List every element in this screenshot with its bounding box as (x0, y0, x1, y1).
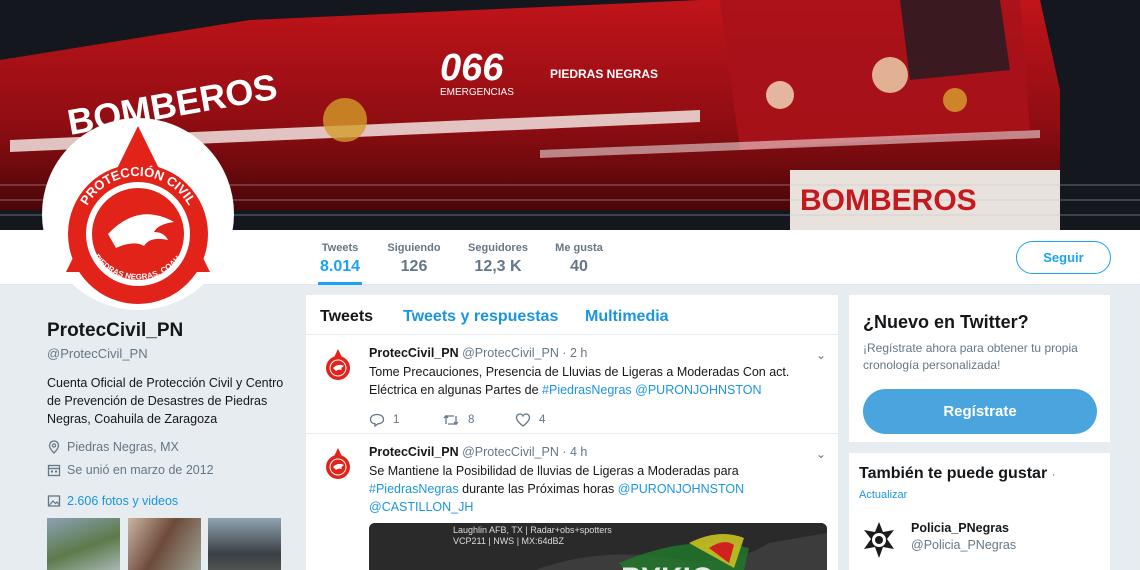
media-thumbnail[interactable] (47, 518, 120, 570)
tweet-actions: 1 8 4 (369, 413, 824, 427)
stat-value: 126 (400, 258, 428, 275)
mention-link[interactable]: @PURONJOHNSTON (618, 482, 744, 496)
retweet-icon (443, 414, 459, 426)
like-icon (515, 413, 531, 427)
radar-big-label: PYKIO (621, 562, 714, 570)
tweet-text: Tome Precauciones, Presencia de Lluvias … (369, 363, 824, 399)
tweet-timeline: Tweets Tweets y respuestas Multimedia Pr… (306, 295, 838, 570)
hashtag-link[interactable]: #PiedrasNegras (542, 383, 632, 397)
suggested-account-name[interactable]: Policia_PNegras (911, 521, 1016, 535)
tweet-text-part: durante las Próximas horas (458, 482, 618, 496)
stat-label: Seguidores (468, 242, 528, 254)
tab-tweets-and-replies[interactable]: Tweets y respuestas (403, 308, 558, 326)
stat-following[interactable]: Siguiendo 126 (386, 242, 442, 276)
suggestions-title: También te puede gustar (859, 465, 1048, 482)
stat-label: Me gusta (555, 242, 603, 254)
mention-link[interactable]: @CASTILLON_JH (369, 500, 473, 514)
radar-caption-line2: VCP211 | NWS | MX:64dBZ (453, 536, 565, 546)
stat-likes[interactable]: Me gusta 40 (553, 242, 605, 276)
suggested-account-handle: @Policia_PNegras (911, 538, 1017, 552)
reply-icon (369, 413, 385, 427)
retweet-count: 8 (468, 414, 475, 426)
joined-text: Se unió en marzo de 2012 (67, 463, 214, 477)
tweet-author-name[interactable]: ProtecCivil_PN (369, 346, 459, 360)
profile-name[interactable]: ProtecCivil_PN (47, 320, 287, 342)
tab-tweets[interactable]: Tweets (320, 308, 373, 326)
tweet-header: ProtecCivil_PN @ProtecCivil_PN · 2 h (369, 346, 824, 360)
tweet-time[interactable]: 2 h (570, 346, 587, 360)
caret-down-icon[interactable]: ⌄ (816, 348, 826, 362)
timeline-tabs: Tweets Tweets y respuestas Multimedia (306, 295, 838, 335)
signup-button[interactable]: Regístrate (863, 389, 1097, 434)
stat-value: 12,3 K (474, 258, 522, 275)
tweet-header: ProtecCivil_PN @ProtecCivil_PN · 4 h (369, 445, 824, 459)
suggested-account[interactable]: Policia_PNegras @Policia_PNegras (859, 520, 1016, 560)
suggestions-header: También te puede gustar · (859, 465, 1100, 483)
profile-info: ProtecCivil_PN @ProtecCivil_PN Cuenta Of… (47, 320, 287, 508)
tweet-text-part: Se Mantiene la Posibilidad de lluvias de… (369, 464, 739, 478)
location-icon (48, 440, 60, 454)
location-text: Piedras Negras, MX (67, 440, 179, 454)
media-count-link[interactable]: 2.606 fotos y videos (67, 494, 178, 508)
tweet-avatar-icon[interactable] (320, 445, 356, 481)
hashtag-link[interactable]: #PiedrasNegras (369, 482, 459, 496)
banner-bumper-text: BOMBEROS (800, 184, 977, 217)
signup-subtitle: ¡Regístrate ahora para obtener tu propia… (863, 341, 1078, 372)
reply-button[interactable]: 1 (369, 413, 442, 427)
profile-media-link[interactable]: 2.606 fotos y videos (47, 494, 287, 508)
tweet-author-name[interactable]: ProtecCivil_PN (369, 445, 459, 459)
tweet-separator: · (562, 346, 567, 360)
stat-followers[interactable]: Seguidores 12,3 K (467, 242, 529, 276)
tab-media[interactable]: Multimedia (585, 308, 669, 326)
like-count: 4 (539, 414, 546, 426)
stat-tweets[interactable]: Tweets 8.014 (318, 242, 362, 285)
suggestions-refresh-link[interactable]: Actualizar (859, 489, 1100, 501)
stat-value: 8.014 (319, 258, 361, 275)
profile-bio: Cuenta Oficial de Protección Civil y Cen… (47, 376, 284, 426)
like-button[interactable]: 4 (515, 413, 588, 427)
profile-joined: Se unió en marzo de 2012 (47, 463, 287, 477)
proteccion-civil-logo-icon: PROTECCIÓN CIVIL PIEDRAS NEGRAS, COAH. (66, 126, 210, 304)
profile-handle[interactable]: @ProtecCivil_PN (47, 346, 287, 361)
tweet-text: Se Mantiene la Posibilidad de lluvias de… (369, 462, 824, 516)
reply-count: 1 (393, 414, 400, 426)
tweet-item[interactable]: ProtecCivil_PN @ProtecCivil_PN · 2 h Tom… (306, 336, 838, 434)
signup-title: ¿Nuevo en Twitter? (863, 312, 1029, 332)
signup-card: ¿Nuevo en Twitter? ¡Regístrate ahora par… (849, 295, 1110, 442)
suggestions-separator: · (1051, 467, 1056, 481)
banner-truck-number: 066 (440, 47, 504, 89)
profile-avatar[interactable]: PROTECCIÓN CIVIL PIEDRAS NEGRAS, COAH. (42, 118, 234, 310)
profile-location: Piedras Negras, MX (47, 440, 287, 454)
stat-label: Tweets (321, 242, 359, 254)
caret-down-icon[interactable]: ⌄ (816, 447, 826, 461)
tweet-item[interactable]: ProtecCivil_PN @ProtecCivil_PN · 4 h Se … (306, 435, 838, 570)
follow-button[interactable]: Seguir (1016, 241, 1111, 274)
tweet-avatar-icon[interactable] (320, 346, 356, 382)
mention-link[interactable]: @PURONJOHNSTON (635, 383, 761, 397)
media-thumbnail[interactable] (208, 518, 281, 570)
retweet-button[interactable]: 8 (442, 413, 515, 427)
stat-value: 40 (570, 258, 588, 275)
calendar-icon (47, 464, 61, 477)
tweet-author-handle[interactable]: @ProtecCivil_PN (462, 445, 559, 459)
banner-truck-subtext: EMERGENCIAS (440, 87, 514, 98)
banner-truck-brand: PIEDRAS NEGRAS (550, 67, 658, 81)
police-badge-icon[interactable] (859, 520, 899, 560)
photo-icon (47, 495, 61, 507)
radar-caption-line1: Laughlin AFB, TX | Radar+obs+spotters (453, 525, 612, 535)
stat-label: Siguiendo (387, 242, 441, 254)
tweet-author-handle[interactable]: @ProtecCivil_PN (462, 346, 559, 360)
tweet-separator: · (562, 445, 567, 459)
suggestions-card: También te puede gustar · Actualizar Pol… (849, 453, 1110, 570)
tweet-time[interactable]: 4 h (570, 445, 587, 459)
media-thumbnails (47, 518, 287, 570)
tweet-media-radar-image[interactable]: Laughlin AFB, TX | Radar+obs+spotters VC… (369, 523, 827, 570)
media-thumbnail[interactable] (128, 518, 201, 570)
